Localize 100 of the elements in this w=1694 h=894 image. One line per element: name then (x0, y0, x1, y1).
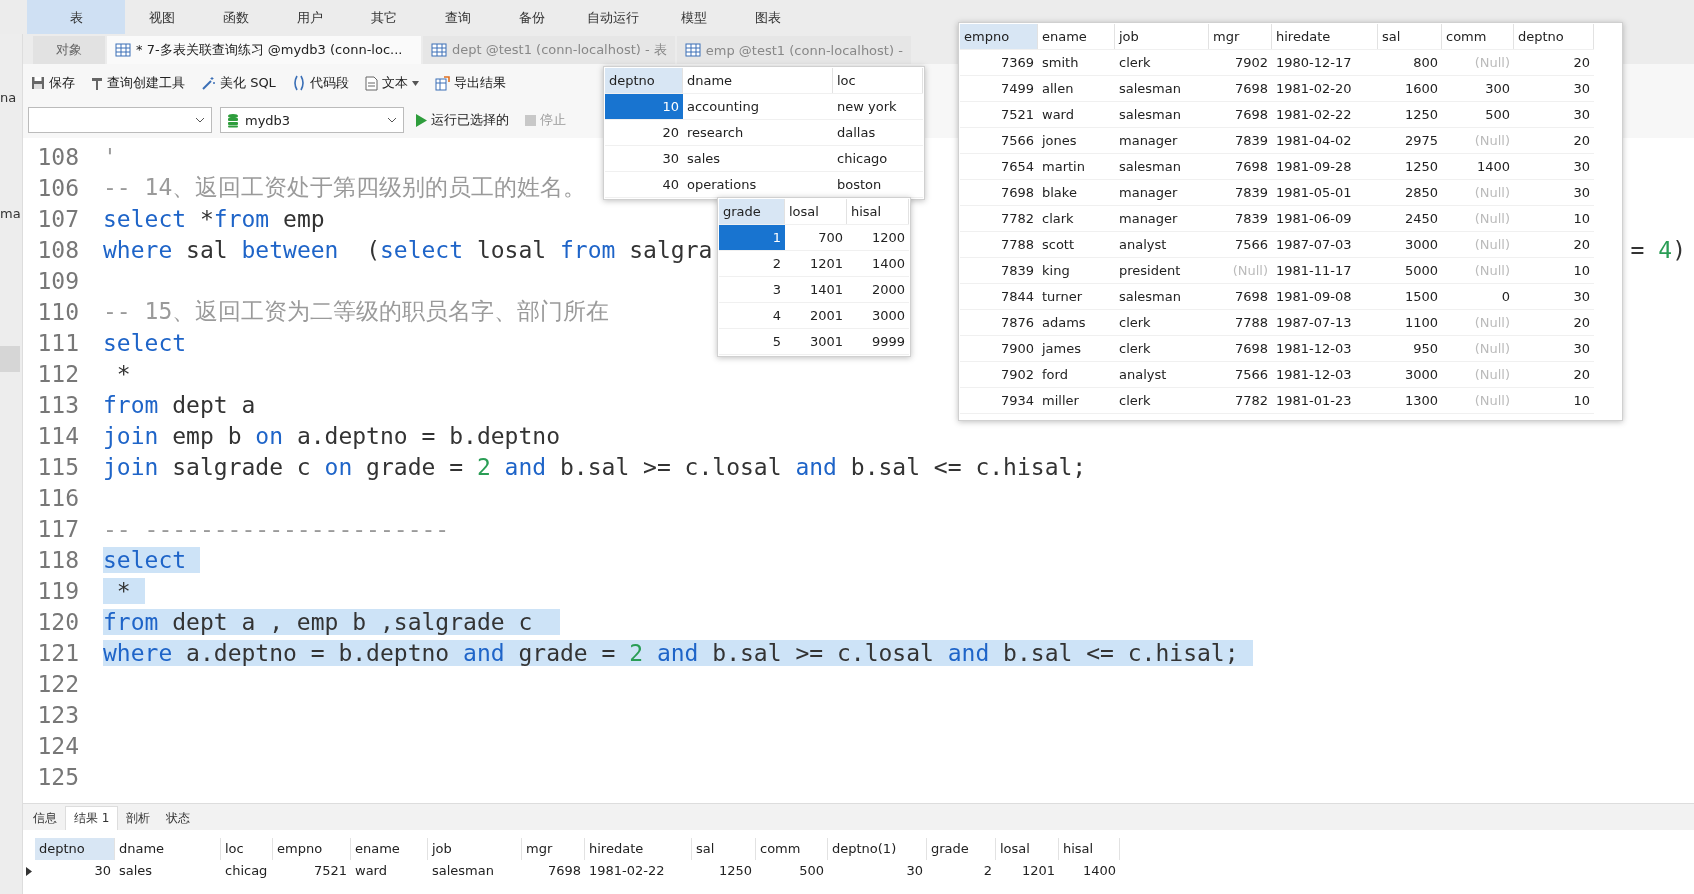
menu-tab[interactable]: 模型 (657, 0, 731, 34)
column-header[interactable]: loc (833, 68, 923, 93)
table-cell-text: 1981-11-17 (1275, 262, 1353, 280)
toolbar-button[interactable]: 查询创建工具 (87, 71, 189, 95)
column-header[interactable]: deptno (605, 68, 683, 93)
table-cell-text: 10 (1572, 210, 1591, 228)
table-cell-text: blake (1041, 184, 1078, 202)
code-line: join salgrade c on grade = 2 and b.sal >= c.losal and b.sal <= c.hisal; (103, 453, 1087, 480)
side-panel-label: ma (0, 206, 21, 221)
table-cell-text: 3000 (1403, 236, 1439, 254)
toolbar-button[interactable]: 美化 SQL (197, 71, 280, 95)
table-cell-text: 3000 (870, 307, 906, 325)
toolbar-button[interactable]: 代码段 (287, 71, 353, 95)
column-header[interactable]: losal (785, 199, 847, 224)
table-cell-text: manager (1118, 132, 1179, 150)
column-header[interactable]: hiredate (585, 838, 692, 860)
line-number: 122 (36, 670, 80, 697)
result-tab[interactable]: 剖析 (118, 807, 159, 830)
column-header[interactable]: loc (221, 838, 273, 860)
table-cell-text: 1250 (717, 862, 753, 880)
table-cell-text: manager (1118, 184, 1179, 202)
toolbar-button[interactable]: 保存 (27, 71, 79, 95)
result-tab[interactable]: 结果 1 (65, 806, 119, 830)
column-header[interactable]: mgr (522, 838, 585, 860)
menu-tab[interactable]: 图表 (731, 0, 805, 34)
column-header[interactable]: empno (960, 24, 1038, 49)
table-cell-text: 3000 (1403, 366, 1439, 384)
table-cell-text: ford (1041, 366, 1069, 384)
toolbar-button[interactable]: 导出结果 (430, 71, 510, 95)
table-cell-text: research (686, 124, 745, 142)
line-number: 123 (36, 701, 80, 728)
column-header[interactable]: sal (692, 838, 756, 860)
code-line: -- 14、返回工资处于第四级别的员工的姓名。 (103, 173, 587, 202)
table-cell-text: 30 (905, 862, 924, 880)
column-header[interactable]: hiredate (1272, 24, 1378, 49)
table-cell-text: dallas (836, 124, 877, 142)
table-cell-text: 1981-09-28 (1275, 158, 1353, 176)
column-header[interactable]: deptno (35, 838, 115, 860)
table-cell-text: 7654 (999, 158, 1035, 176)
table-cell-text: 1600 (1403, 80, 1439, 98)
connection-dropdown[interactable] (28, 107, 212, 133)
database-dropdown[interactable]: mydb3 (220, 107, 404, 133)
document-tab[interactable]: * 7-多表关联查询练习 @mydb3 (conn-loc... (107, 36, 421, 64)
table-cell-text: 30 (1572, 158, 1591, 176)
column-header[interactable]: losal (996, 838, 1059, 860)
table-cell-text: 2001 (808, 307, 844, 325)
column-header[interactable]: ename (1038, 24, 1115, 49)
column-header[interactable]: mgr (1209, 24, 1272, 49)
result-tab[interactable]: 信息 (25, 807, 65, 830)
column-header[interactable]: grade (927, 838, 996, 860)
table-cell-text: (Null) (1473, 236, 1511, 254)
column-header[interactable]: comm (1442, 24, 1514, 49)
code-line: ' (103, 143, 117, 170)
run-selected-button[interactable]: 运行已选择的 (412, 108, 513, 132)
table-cell-text: 1981-02-22 (588, 862, 666, 880)
column-header[interactable]: ename (351, 838, 428, 860)
column-header[interactable]: hisal (1059, 838, 1120, 860)
table-cell: 10 (605, 94, 683, 119)
toolbar-button[interactable]: 文本 (360, 71, 423, 95)
table-cell-text: ward (1041, 106, 1075, 124)
column-header[interactable]: sal (1378, 24, 1442, 49)
menu-tab[interactable]: 自动运行 (569, 0, 657, 34)
table-cell-text: salesman (1118, 288, 1182, 306)
menu-tab[interactable]: 用户 (273, 0, 347, 34)
table-cell-text: 7566 (1233, 366, 1269, 384)
column-header[interactable]: job (428, 838, 522, 860)
table-cell-text: 1400 (1475, 158, 1511, 176)
parentheses-icon (291, 75, 306, 91)
column-header[interactable]: dname (683, 68, 833, 93)
result-tab[interactable]: 状态 (158, 807, 199, 830)
table-cell-text: sales (686, 150, 722, 168)
column-header[interactable]: deptno(1) (828, 838, 927, 860)
objects-tab[interactable]: 对象 (33, 36, 105, 64)
column-header[interactable]: comm (756, 838, 828, 860)
table-cell-text: 1987-07-03 (1275, 236, 1353, 254)
table-cell-text: 7782 (1233, 392, 1269, 410)
column-header[interactable]: grade (719, 199, 785, 224)
line-number: 109 (36, 267, 80, 294)
column-header[interactable]: job (1115, 24, 1209, 49)
menu-tab[interactable]: 查询 (421, 0, 495, 34)
line-number: 113 (36, 391, 80, 418)
table-cell-text: 9999 (870, 333, 906, 351)
column-header[interactable]: hisal (847, 199, 909, 224)
menu-tab[interactable]: 表 (27, 0, 125, 34)
line-number: 124 (36, 732, 80, 759)
table-cell-text: 1981-04-02 (1275, 132, 1353, 150)
code-line: join emp b on a.deptno = b.deptno (103, 422, 560, 449)
table-cell-text: clerk (1118, 314, 1152, 332)
line-number: 112 (36, 360, 80, 387)
code-line: where sal between (select losal from salgra (103, 236, 713, 263)
table-cell-text: 1981-02-22 (1275, 106, 1353, 124)
menu-tab[interactable]: 函数 (199, 0, 273, 34)
menu-tab[interactable]: 视图 (125, 0, 199, 34)
table-cell-text: 1200 (870, 229, 906, 247)
column-header[interactable]: dname (115, 838, 221, 860)
table-cell-text: boston (836, 176, 883, 194)
menu-tab[interactable]: 其它 (347, 0, 421, 34)
column-header[interactable]: empno (273, 838, 351, 860)
column-header[interactable]: deptno (1514, 24, 1594, 49)
menu-tab[interactable]: 备份 (495, 0, 569, 34)
